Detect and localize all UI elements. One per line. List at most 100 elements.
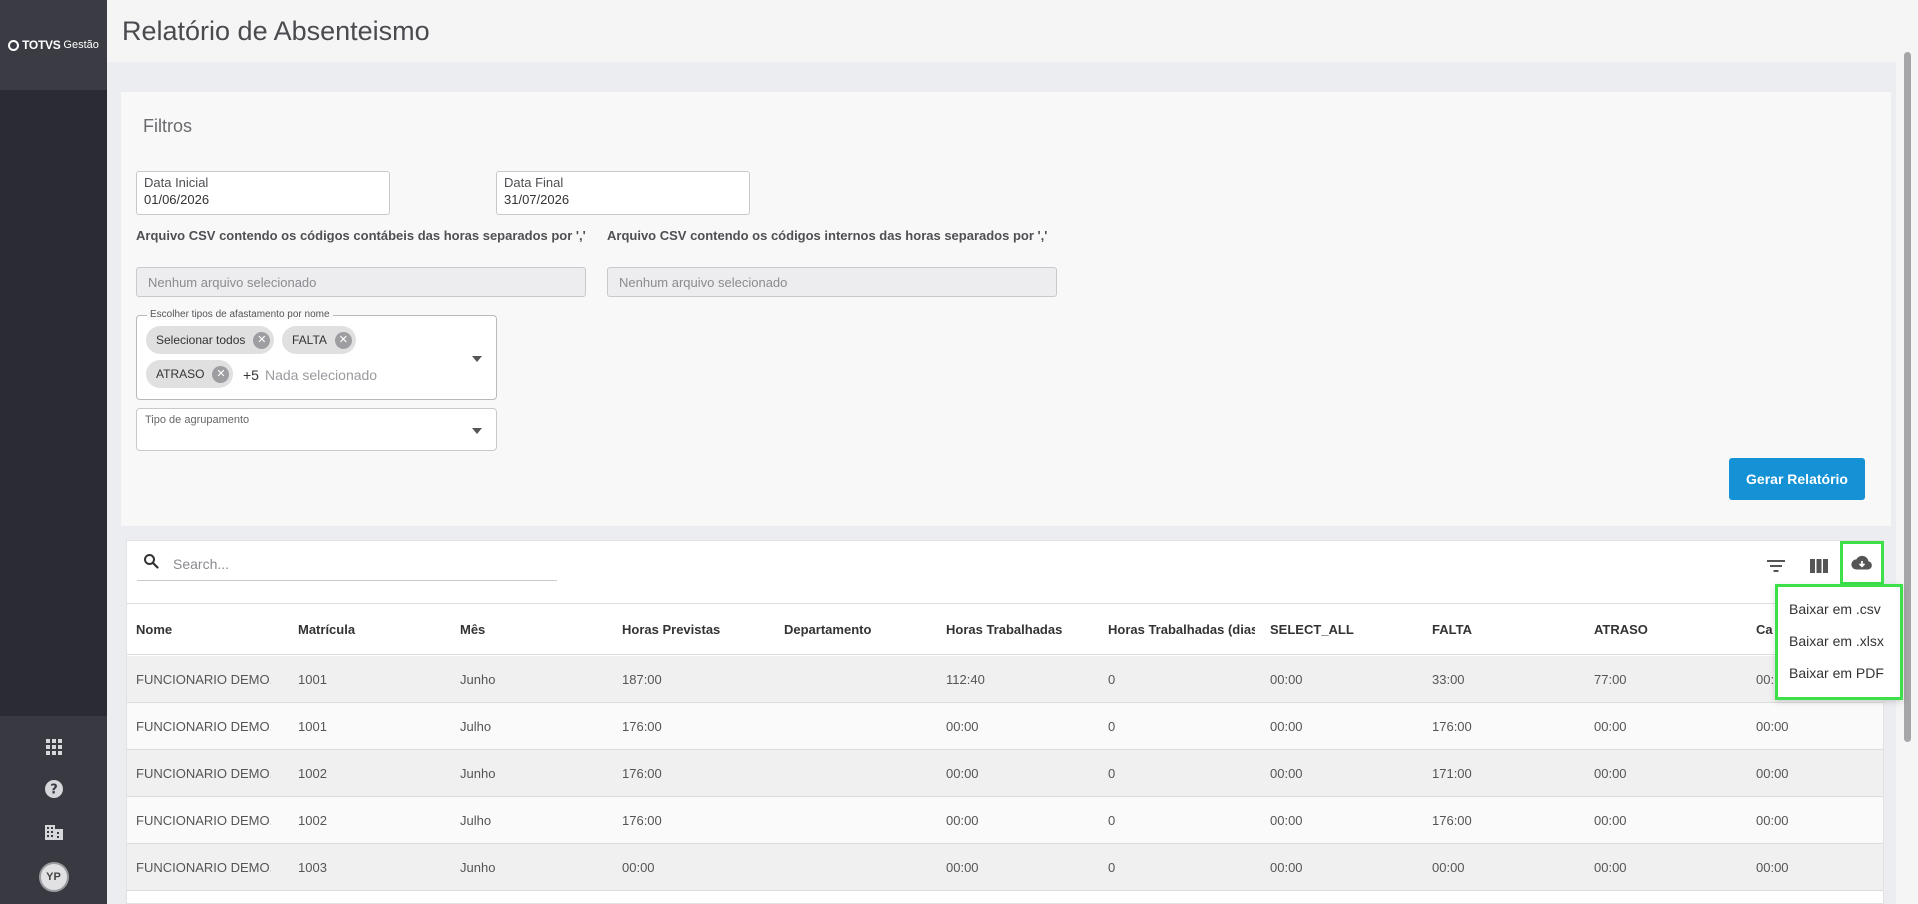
cell-horas-previstas: 176:00 bbox=[622, 765, 662, 781]
table-row[interactable]: FUNCIONARIO DEMO... 1001 Julho 176:00 00:00 0… bbox=[127, 703, 1883, 750]
csv-accounting-file-input[interactable]: Nenhum arquivo selecionado bbox=[136, 267, 586, 297]
cell-nome: FUNCIONARIO DEMO... bbox=[136, 765, 271, 781]
download-button[interactable] bbox=[1840, 541, 1884, 585]
cell-matricula: 1003 bbox=[298, 859, 327, 875]
cloud-download-icon bbox=[1851, 555, 1872, 570]
cell-horas-trabalhadas-dias: 0 bbox=[1108, 812, 1116, 828]
cell-horas-trabalhadas-dias: 0 bbox=[1108, 718, 1116, 734]
start-date-label: Data Inicial bbox=[144, 175, 209, 190]
logo-suffix: Gestão bbox=[63, 39, 99, 51]
cell-mes: Julho bbox=[460, 718, 492, 734]
column-header-horas-trabalhadas-dias[interactable]: Horas Trabalhadas (dias bbox=[1108, 604, 1255, 654]
end-date-label: Data Final bbox=[504, 175, 564, 190]
csv-accounting-label: Arquivo CSV contendo os códigos contábei… bbox=[136, 228, 586, 243]
cell-atraso: 00:00 bbox=[1594, 718, 1627, 734]
logo-ring-icon bbox=[8, 39, 20, 51]
page-header: Relatório de Absenteismo bbox=[107, 0, 1896, 62]
chip-remove-icon[interactable]: ✕ bbox=[253, 331, 271, 349]
chip-label: Selecionar todos bbox=[156, 333, 246, 347]
column-header-horas-trabalhadas[interactable]: Horas Trabalhadas bbox=[946, 604, 1096, 654]
cell-departamento bbox=[784, 703, 934, 749]
search-input[interactable] bbox=[173, 555, 523, 572]
table-row[interactable]: FUNCIONARIO DEMO... 1003 Junho 00:00 00:00 0 0… bbox=[127, 844, 1883, 891]
company-building-icon[interactable] bbox=[43, 820, 65, 842]
csv-internal-file-input[interactable]: Nenhum arquivo selecionado bbox=[607, 267, 1057, 297]
cell-horas-trabalhadas: 00:00 bbox=[946, 718, 979, 734]
cell-nome: FUNCIONARIO DEMO... bbox=[136, 812, 271, 828]
search-icon bbox=[143, 553, 159, 574]
apps-grid-icon[interactable] bbox=[43, 736, 65, 758]
column-header-horas-previstas[interactable]: Horas Previstas bbox=[622, 604, 772, 654]
column-header-matricula[interactable]: Matrícula bbox=[298, 604, 418, 654]
sidebar: TOTVS Gestão ? YP bbox=[0, 0, 107, 904]
chip-label: FALTA bbox=[292, 333, 327, 347]
grouping-legend: Tipo de agrupamento bbox=[145, 414, 250, 426]
leave-types-legend: Escolher tipos de afastamento por nome bbox=[147, 309, 333, 320]
cell-horas-trabalhadas-dias: 0 bbox=[1108, 671, 1116, 687]
cell-ca: 00:00 bbox=[1756, 718, 1789, 734]
cell-atraso: 00:00 bbox=[1594, 859, 1627, 875]
cell-atraso: 00:00 bbox=[1594, 765, 1627, 781]
cell-falta: 176:00 bbox=[1432, 812, 1472, 828]
column-header-select-all[interactable]: SELECT_ALL bbox=[1270, 604, 1420, 654]
chip-remove-icon[interactable]: ✕ bbox=[212, 365, 230, 383]
cell-atraso: 00:00 bbox=[1594, 812, 1627, 828]
download-csv-option[interactable]: Baixar em .csv bbox=[1778, 593, 1900, 625]
cell-nome: FUNCIONARIO DEMO... bbox=[136, 718, 271, 734]
cell-matricula: 1002 bbox=[298, 765, 327, 781]
scrollbar-thumb[interactable] bbox=[1904, 52, 1911, 742]
help-icon[interactable]: ? bbox=[43, 778, 65, 800]
generate-report-button[interactable]: Gerar Relatório bbox=[1729, 458, 1865, 500]
leave-types-select[interactable]: Escolher tipos de afastamento por nome S… bbox=[136, 309, 497, 400]
cell-horas-trabalhadas: 00:00 bbox=[946, 812, 979, 828]
sidebar-bottom-menu: ? YP bbox=[0, 716, 107, 904]
cell-falta: 00:00 bbox=[1432, 859, 1465, 875]
end-date-field[interactable]: Data Final 31/07/2026 bbox=[496, 171, 750, 215]
filters-panel: Filtros Data Inicial 01/06/2026 Data Fin… bbox=[121, 92, 1891, 526]
cell-matricula: 1002 bbox=[298, 812, 327, 828]
table-row[interactable]: FUNCIONARIO DEMO... 1001 Junho 187:00 112:40… bbox=[127, 656, 1883, 703]
chip-select-all[interactable]: Selecionar todos ✕ bbox=[146, 326, 275, 354]
cell-select-all: 00:00 bbox=[1270, 718, 1303, 734]
start-date-value[interactable]: 01/06/2026 bbox=[144, 192, 382, 207]
column-header-departamento[interactable]: Departamento bbox=[784, 604, 934, 654]
cell-horas-trabalhadas: 112:40 bbox=[946, 671, 985, 687]
cell-ca: 00:00 bbox=[1756, 859, 1789, 875]
cell-departamento bbox=[784, 656, 934, 702]
logo[interactable]: TOTVS Gestão bbox=[0, 0, 107, 90]
avatar[interactable]: YP bbox=[38, 862, 69, 892]
start-date-field[interactable]: Data Inicial 01/06/2026 bbox=[136, 171, 390, 215]
logo-brand: TOTVS bbox=[22, 38, 61, 52]
cell-atraso: 77:00 bbox=[1594, 671, 1627, 687]
filter-list-icon[interactable] bbox=[1763, 553, 1789, 579]
chevron-down-icon[interactable] bbox=[472, 356, 482, 362]
cell-falta: 176:00 bbox=[1432, 718, 1472, 734]
cell-ca: 00:00 bbox=[1756, 765, 1789, 781]
grouping-select[interactable]: Tipo de agrupamento bbox=[136, 408, 497, 451]
column-header-atraso[interactable]: ATRASO bbox=[1594, 604, 1744, 654]
more-selected-count: +5 bbox=[243, 367, 259, 383]
cell-matricula: 1001 bbox=[298, 671, 327, 687]
search-bar[interactable] bbox=[137, 547, 557, 581]
cell-horas-previstas: 187:00 bbox=[622, 671, 662, 687]
columns-icon[interactable] bbox=[1806, 553, 1832, 579]
column-header-mes[interactable]: Mês bbox=[460, 604, 580, 654]
page-scrollbar[interactable] bbox=[1896, 0, 1918, 904]
table-row[interactable]: FUNCIONARIO DEMO... 1002 Julho 176:00 00:00 0… bbox=[127, 797, 1883, 844]
chip-falta[interactable]: FALTA ✕ bbox=[282, 326, 356, 354]
chip-remove-icon[interactable]: ✕ bbox=[334, 331, 352, 349]
cell-nome: FUNCIONARIO DEMO... bbox=[136, 671, 271, 687]
report-table-card: Nome Matrícula Mês Horas Previstas Depar… bbox=[126, 540, 1884, 904]
table-header: Nome Matrícula Mês Horas Previstas Depar… bbox=[127, 603, 1883, 655]
filters-title: Filtros bbox=[143, 116, 192, 136]
download-xlsx-option[interactable]: Baixar em .xlsx bbox=[1778, 625, 1900, 657]
chip-atraso[interactable]: ATRASO ✕ bbox=[146, 360, 234, 388]
table-row[interactable]: FUNCIONARIO DEMO... 1002 Junho 176:00 00:00 0… bbox=[127, 750, 1883, 797]
download-pdf-option[interactable]: Baixar em PDF bbox=[1778, 657, 1900, 689]
end-date-value[interactable]: 31/07/2026 bbox=[504, 192, 742, 207]
chevron-down-icon[interactable] bbox=[472, 428, 482, 434]
column-header-nome[interactable]: Nome bbox=[136, 604, 256, 654]
cell-nome: FUNCIONARIO DEMO... bbox=[136, 859, 271, 875]
cell-matricula: 1001 bbox=[298, 718, 327, 734]
column-header-falta[interactable]: FALTA bbox=[1432, 604, 1582, 654]
